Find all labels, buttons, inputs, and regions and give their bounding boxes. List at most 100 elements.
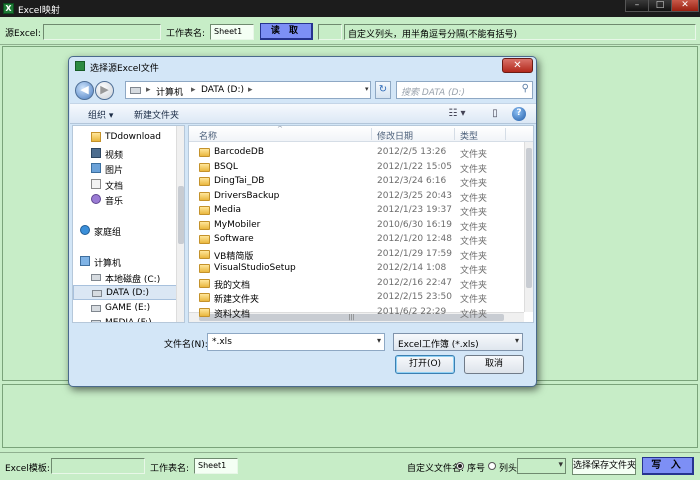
source-excel-field[interactable] (43, 24, 161, 40)
bottom-toolbar: Excel模板: 工作表名: Sheet1 自定义文件名: 序号 列头 选择保存… (0, 452, 700, 480)
column-divider[interactable] (454, 128, 455, 140)
write-button[interactable]: 写 入 (642, 457, 694, 475)
column-divider[interactable] (505, 128, 506, 140)
drive-icon (91, 320, 101, 322)
minimize-button[interactable]: – (625, 0, 649, 12)
tree-item-label: 视频 (105, 150, 124, 161)
file-row[interactable]: 资料文档 2011/6/2 22:29 文件夹 (189, 306, 523, 320)
column-type[interactable]: 类型 (460, 129, 478, 142)
drive-icon (91, 273, 101, 281)
open-file-dialog: 选择源Excel文件 ✕ ◀ ▶ ▸ 计算机 ▸ DATA (D:) ▸ ▾ ↻… (68, 56, 537, 387)
bottom-sheet-name-input[interactable]: Sheet1 (194, 458, 238, 474)
back-button[interactable]: ◀ (75, 81, 94, 100)
search-input[interactable]: 搜索 DATA (D:) ⚲ (396, 81, 533, 99)
file-name: DriversBackup (214, 190, 280, 201)
read-button[interactable]: 读 取 (260, 23, 313, 40)
address-dropdown-icon[interactable]: ▾ (365, 85, 369, 93)
new-folder-button[interactable]: 新建文件夹 (134, 108, 179, 121)
sheet-name-input[interactable]: Sheet1 (210, 24, 254, 40)
file-name: 我的文档 (214, 280, 251, 291)
close-button[interactable]: ✕ (671, 0, 699, 12)
view-options-icon[interactable]: ☷ ▾ (448, 107, 466, 121)
file-type: 文件夹 (460, 222, 488, 233)
tree-item[interactable]: TDdownload (73, 130, 184, 145)
column-option-box[interactable] (318, 24, 342, 40)
folder-icon (199, 191, 210, 201)
maximize-button[interactable]: □ (648, 0, 672, 12)
column-divider[interactable] (371, 128, 372, 140)
file-name: MyMobiler (214, 219, 261, 230)
filename-input[interactable]: *.xls ▾ (207, 333, 385, 351)
file-modified: 2012/1/29 17:59 (377, 248, 452, 259)
tree-item[interactable]: GAME (E:) (73, 301, 184, 316)
video-library-icon (91, 147, 101, 158)
file-type: 文件夹 (460, 295, 488, 305)
address-bar[interactable]: ▸ 计算机 ▸ DATA (D:) ▸ (125, 81, 371, 99)
music-library-icon (91, 194, 101, 204)
file-row[interactable]: BarcodeDB 2012/2/5 13:26 文件夹 (189, 146, 523, 160)
choose-save-folder-button[interactable]: 选择保存文件夹 (572, 458, 636, 475)
file-row[interactable]: MyMobiler 2010/6/30 16:19 文件夹 (189, 219, 523, 233)
filetype-select[interactable]: Excel工作簿 (*.xls) ▾ (393, 333, 523, 351)
radio-seq[interactable] (456, 462, 464, 470)
chevron-down-icon[interactable]: ▾ (377, 336, 381, 345)
file-type: 文件夹 (460, 179, 488, 189)
tree-item[interactable]: 音乐 (73, 192, 184, 207)
excel-template-field[interactable] (51, 458, 145, 474)
filename-value: *.xls (212, 337, 232, 347)
command-bar: 组织 ▾ 新建文件夹 ☷ ▾ ▯ ? (70, 103, 536, 124)
source-excel-label: 源Excel: (5, 29, 41, 39)
tree-item[interactable]: 本地磁盘 (C:) (73, 270, 184, 285)
filename-column-select[interactable] (517, 458, 566, 474)
folder-icon (199, 278, 210, 288)
file-row[interactable]: DingTai_DB 2012/3/24 6:16 文件夹 (189, 175, 523, 189)
tree-item[interactable]: MEDIA (F:) (73, 316, 184, 322)
help-icon[interactable]: ? (512, 107, 526, 121)
file-list-vscrollbar[interactable] (524, 142, 533, 312)
file-name: BarcodeDB (214, 147, 265, 157)
open-button[interactable]: 打开(O) (395, 355, 455, 374)
homegroup-icon (80, 225, 90, 235)
tree-item[interactable]: 计算机 (73, 254, 184, 269)
column-modified[interactable]: 修改日期 (377, 129, 413, 142)
column-name[interactable]: 名称 (199, 129, 217, 142)
file-list-vscroll-thumb[interactable] (526, 148, 532, 288)
file-row[interactable]: BSQL 2012/1/22 15:05 文件夹 (189, 161, 523, 175)
preview-pane-icon[interactable]: ▯ (486, 107, 504, 121)
file-type: 文件夹 (460, 280, 488, 291)
dialog-close-button[interactable]: ✕ (502, 58, 533, 73)
folder-icon (199, 206, 210, 215)
tree-item[interactable]: 家庭组 (73, 223, 184, 238)
refresh-button[interactable]: ↻ (375, 81, 391, 99)
tree-item[interactable]: 图片 (73, 161, 184, 176)
tree-scrollbar[interactable] (176, 126, 184, 322)
sort-indicator-icon: ^ (277, 125, 283, 133)
file-modified: 2010/6/30 16:19 (377, 219, 452, 230)
file-name: VisualStudioSetup (214, 263, 296, 273)
file-row[interactable]: VB精简版 2012/1/29 17:59 文件夹 (189, 248, 523, 262)
radio-column-header[interactable] (488, 462, 496, 470)
cancel-button[interactable]: 取消 (464, 355, 524, 374)
address-segment-computer[interactable]: 计算机 (156, 85, 183, 98)
tree-item[interactable]: 文档 (73, 177, 184, 192)
file-row[interactable]: Software 2012/1/20 12:48 文件夹 (189, 233, 523, 247)
tree-item[interactable]: DATA (D:) (73, 285, 184, 300)
file-type: 文件夹 (460, 309, 488, 320)
file-row[interactable]: DriversBackup 2012/3/25 20:43 文件夹 (189, 190, 523, 204)
folder-icon (199, 264, 210, 273)
tree-item-label: 计算机 (94, 259, 122, 269)
organize-menu[interactable]: 组织 ▾ (88, 108, 113, 121)
file-list: ^ 名称 修改日期 类型 ||| BarcodeDB 2012/2/5 13:26… (188, 125, 534, 323)
file-row[interactable]: 新建文件夹 2012/2/15 23:50 文件夹 (189, 291, 523, 305)
address-segment-drive[interactable]: DATA (D:) (201, 85, 244, 95)
custom-column-header-input[interactable]: 自定义列头，用半角逗号分隔(不能有括号) (344, 24, 696, 40)
file-type: 文件夹 (460, 150, 488, 160)
file-row[interactable]: VisualStudioSetup 2012/2/14 1:08 文件夹 (189, 262, 523, 276)
search-icon: ⚲ (521, 83, 529, 94)
file-row[interactable]: Media 2012/1/23 19:37 文件夹 (189, 204, 523, 218)
file-row[interactable]: 我的文档 2012/2/16 22:47 文件夹 (189, 277, 523, 291)
tree-item[interactable]: 视频 (73, 146, 184, 161)
tree-scroll-thumb[interactable] (178, 186, 184, 244)
file-type: 文件夹 (460, 208, 488, 218)
forward-button[interactable]: ▶ (95, 81, 114, 100)
